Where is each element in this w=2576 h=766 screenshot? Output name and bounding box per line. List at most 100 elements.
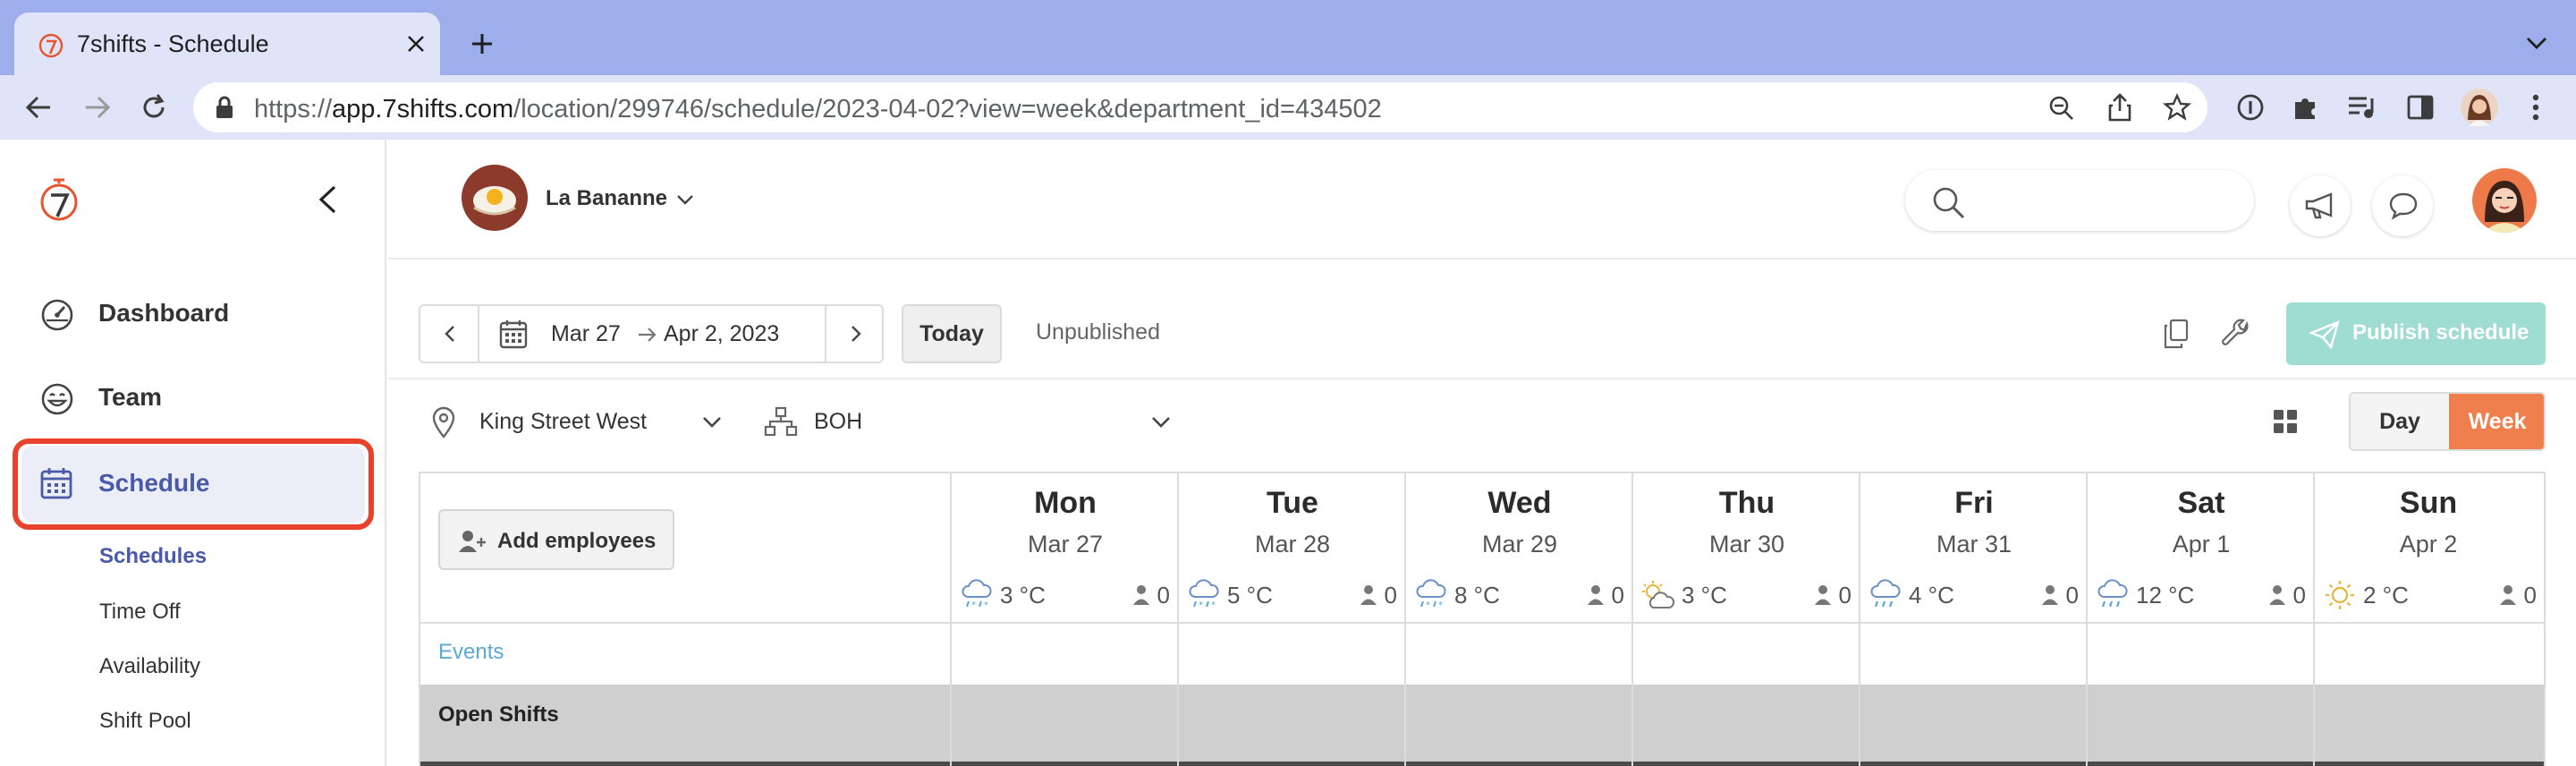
reload-icon[interactable] — [140, 93, 168, 122]
user-avatar-illustration-icon — [2483, 181, 2526, 233]
announcements-button[interactable] — [2290, 175, 2351, 236]
side-panel-icon[interactable] — [2406, 93, 2435, 122]
day-date: Mar 28 — [1254, 531, 1331, 557]
org-chart-icon — [764, 406, 798, 437]
bookmark-star-icon[interactable] — [2163, 93, 2191, 122]
add-user-icon — [459, 531, 486, 552]
sidebar-item-team[interactable]: Team — [18, 360, 369, 437]
department-dropdown-chevron-icon — [1152, 417, 1170, 428]
lock-icon[interactable] — [215, 95, 234, 120]
grid-view-icon[interactable] — [2272, 408, 2299, 435]
sidebar-item-dashboard[interactable]: Dashboard — [18, 276, 369, 353]
schedule-tools-wrench-icon[interactable] — [2222, 319, 2250, 347]
back-arrow-icon[interactable] — [25, 95, 52, 120]
today-label: Today — [919, 321, 984, 346]
publish-status: Unpublished — [1036, 319, 1160, 345]
dashboard-gauge-icon — [41, 299, 73, 331]
url-host: app.7shifts.com — [332, 95, 514, 123]
today-button[interactable]: Today — [902, 304, 1002, 363]
add-employees-button[interactable]: Add employees — [438, 509, 674, 570]
department-name: BOH — [814, 409, 863, 434]
calendar-icon — [499, 320, 528, 349]
events-link[interactable]: Events — [438, 640, 504, 665]
profile-avatar[interactable] — [2460, 88, 2499, 127]
temperature: 8 °C — [1454, 581, 1500, 609]
add-employees-label: Add employees — [497, 529, 657, 553]
weather-forecast: 2 °C — [2322, 579, 2409, 611]
sidebar-subitem-shift-pool[interactable]: Shift Pool — [99, 709, 191, 734]
sidebar-subitem-schedules[interactable]: Schedules — [99, 544, 207, 569]
scheduled-count: 0 — [2499, 579, 2537, 611]
share-icon[interactable] — [2107, 93, 2132, 122]
browser-tab[interactable]: 7shifts - Schedule — [14, 13, 440, 75]
temperature: 2 °C — [2363, 581, 2409, 609]
company-dropdown-chevron-icon[interactable] — [676, 193, 694, 206]
collapse-sidebar-icon[interactable] — [317, 184, 338, 215]
sidebar-item-schedule[interactable]: Schedule — [21, 446, 365, 523]
url-text: https://app.7shifts.com/location/299746/… — [254, 95, 1382, 124]
department-select[interactable]: BOH — [757, 397, 1186, 446]
company-name[interactable]: La Bananne — [546, 186, 667, 211]
view-week-button[interactable]: Week — [2449, 394, 2544, 449]
search-icon — [1933, 187, 1965, 219]
password-manager-icon[interactable] — [2236, 93, 2265, 122]
employee-count: 0 — [1611, 581, 1624, 609]
publish-label: Publish schedule — [2352, 320, 2529, 345]
media-queue-icon[interactable] — [2347, 95, 2377, 120]
chevron-left-icon — [445, 326, 454, 342]
day-column-sun: Sun Apr 2 2 °C 0 — [2313, 473, 2544, 766]
view-day-button[interactable]: Day — [2351, 394, 2449, 449]
location-dropdown-chevron-icon — [703, 417, 721, 428]
temperature: 3 °C — [1682, 581, 1727, 609]
close-tab-icon[interactable] — [406, 34, 426, 54]
temperature: 3 °C — [1000, 581, 1046, 609]
url-path: /location/299746/schedule/2023-04-02?vie… — [513, 95, 1382, 123]
date-end: Apr 2, 2023 — [664, 321, 780, 346]
rain-icon — [1870, 579, 1901, 608]
extensions-puzzle-icon[interactable] — [2292, 93, 2320, 122]
chat-bubble-icon — [2389, 192, 2418, 220]
next-week-button[interactable] — [825, 306, 884, 362]
day-date: Apr 1 — [2172, 531, 2231, 557]
company-avatar[interactable] — [462, 165, 528, 231]
search-input[interactable] — [1905, 170, 2254, 231]
sleet-icon: * * — [1189, 579, 1219, 610]
arrow-right-icon — [639, 328, 657, 342]
messages-button[interactable] — [2372, 175, 2433, 236]
employee-count: 0 — [2065, 581, 2079, 609]
open-shifts-label: Open Shifts — [438, 702, 559, 727]
view-week-label: Week — [2468, 409, 2527, 434]
publish-schedule-button[interactable]: Publish schedule — [2286, 302, 2546, 365]
view-toggle: Day Week — [2349, 392, 2546, 451]
day-date: Mar 29 — [1481, 531, 1558, 557]
user-avatar[interactable] — [2472, 168, 2537, 233]
tab-search-chevron-icon[interactable] — [2526, 36, 2547, 50]
sidebar-subitem-availability[interactable]: Availability — [99, 654, 200, 679]
url-bar[interactable]: https://app.7shifts.com/location/299746/… — [193, 82, 2207, 132]
zoom-out-icon[interactable] — [2048, 95, 2075, 122]
previous-week-button[interactable] — [420, 306, 479, 362]
weather-forecast: 3 °C — [1640, 579, 1727, 611]
forward-arrow-icon[interactable] — [84, 95, 111, 120]
schedule-grid: Add employees Events Open Shifts Mon Mar… — [419, 472, 2546, 766]
temperature: 4 °C — [1909, 581, 1954, 609]
date-start: Mar 27 — [551, 321, 621, 346]
date-range-picker[interactable]: Mar 27 Apr 2, 2023 — [479, 306, 825, 362]
employee-count: 0 — [2292, 581, 2306, 609]
sidebar-item-label: Schedule — [98, 469, 210, 497]
copy-schedule-icon[interactable] — [2163, 319, 2190, 349]
person-icon — [1132, 585, 1149, 605]
day-date: Mar 31 — [1936, 531, 2012, 557]
day-column-tue: Tue Mar 28 * * 5 °C 0 — [1177, 473, 1404, 766]
url-scheme: https:// — [254, 95, 333, 123]
chevron-right-icon — [852, 326, 861, 342]
new-tab-icon[interactable] — [470, 32, 494, 55]
location-select[interactable]: King Street West — [419, 397, 732, 446]
partly-cloudy-icon — [1642, 581, 1675, 609]
sidebar-subitem-time-off[interactable]: Time Off — [99, 600, 181, 625]
browser-menu-icon[interactable] — [2531, 93, 2540, 122]
weather-forecast: * * 5 °C — [1186, 579, 1273, 611]
day-name: Sat — [2177, 486, 2225, 520]
svg-text:*: * — [984, 600, 988, 610]
scheduled-count: 0 — [2268, 579, 2306, 611]
